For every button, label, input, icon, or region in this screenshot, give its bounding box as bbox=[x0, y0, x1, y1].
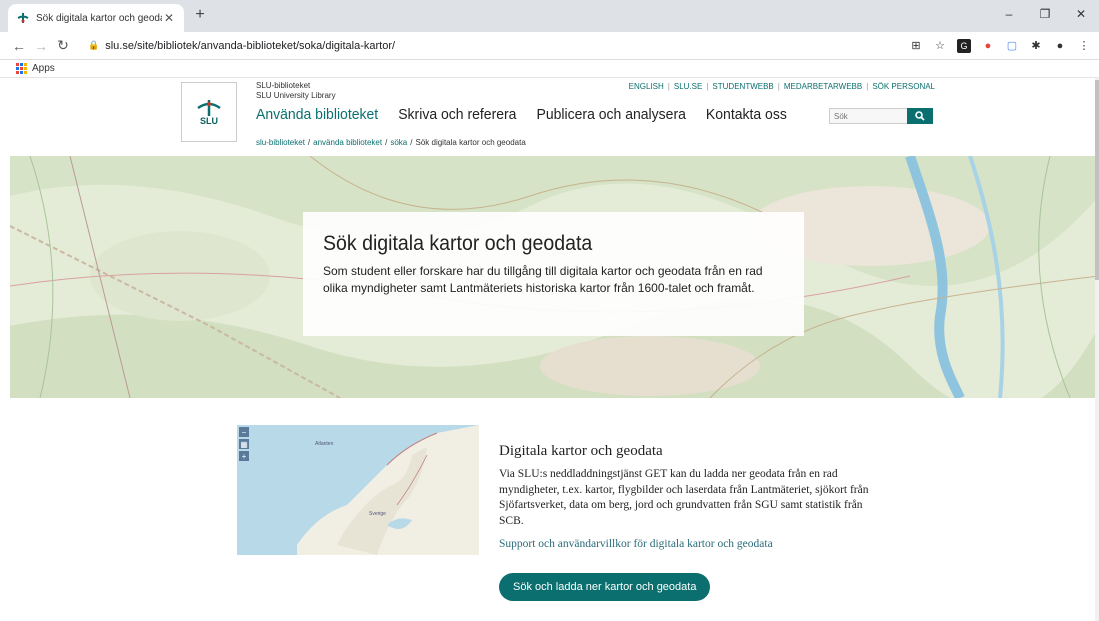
hero-banner: Sök digitala kartor och geodata Som stud… bbox=[10, 156, 1099, 398]
lock-icon: 🔒 bbox=[88, 40, 100, 50]
site-header: SLU SLU-biblioteket SLU University Libra… bbox=[181, 78, 941, 156]
feature-heading: Digitala kartor och geodata bbox=[499, 443, 663, 459]
extension-red-icon[interactable]: ● bbox=[981, 39, 995, 53]
search-icon bbox=[915, 111, 925, 121]
reload-icon[interactable]: ↻ bbox=[52, 37, 74, 54]
extension-g-icon[interactable]: G bbox=[957, 38, 971, 53]
org-name-english: SLU University Library bbox=[256, 91, 336, 100]
link-slu-se[interactable]: SLU.SE bbox=[674, 82, 702, 91]
url-text: slu.se/site/bibliotek/anvanda-biblioteke… bbox=[105, 39, 396, 52]
main-nav: Använda biblioteket Skriva och referera … bbox=[256, 106, 787, 123]
extension-doc-icon[interactable]: ▢ bbox=[1005, 39, 1019, 53]
page-title: Sök digitala kartor och geodata bbox=[323, 232, 593, 255]
scandinavia-map: Atlanten Sverige bbox=[237, 425, 479, 555]
close-window-icon[interactable]: ✕ bbox=[1063, 0, 1099, 28]
search-input[interactable] bbox=[829, 108, 907, 124]
menu-icon[interactable]: ⋮ bbox=[1077, 39, 1091, 53]
feature-text: Digitala kartor och geodata Via SLU:s ne… bbox=[499, 443, 879, 550]
minimize-icon[interactable]: – bbox=[991, 0, 1027, 28]
org-name: SLU-biblioteket bbox=[256, 81, 311, 90]
zoom-in-icon[interactable]: + bbox=[239, 451, 249, 461]
slu-logo[interactable]: SLU bbox=[181, 82, 237, 142]
link-sok-personal[interactable]: SÖK PERSONAL bbox=[872, 82, 935, 91]
search-button[interactable] bbox=[907, 108, 933, 124]
map-controls: − ▦ + bbox=[239, 427, 249, 461]
link-english[interactable]: ENGLISH bbox=[629, 82, 664, 91]
nav-publicera-och-analysera[interactable]: Publicera och analysera bbox=[536, 106, 685, 123]
nav-kontakta-oss[interactable]: Kontakta oss bbox=[706, 106, 787, 123]
nav-anvanda-biblioteket[interactable]: Använda biblioteket bbox=[256, 106, 378, 123]
bookmarks-bar: Apps bbox=[0, 60, 1099, 78]
hero-text-box: Sök digitala kartor och geodata Som stud… bbox=[303, 212, 804, 336]
map-label-atlanten: Atlanten bbox=[315, 441, 334, 447]
site-search bbox=[829, 108, 933, 124]
link-studentwebb[interactable]: STUDENTWEBB bbox=[712, 82, 773, 91]
apps-grid-icon bbox=[16, 63, 27, 74]
browser-tab[interactable]: Sök digitala kartor och geodata | ✕ bbox=[8, 4, 184, 32]
support-link[interactable]: Support och användarvillkor för digitala… bbox=[499, 538, 879, 550]
apps-bookmark[interactable]: Apps bbox=[32, 63, 55, 74]
zoom-out-icon[interactable]: − bbox=[239, 427, 249, 437]
crumb-current: Sök digitala kartor och geodata bbox=[415, 138, 526, 147]
crumb-anvanda-biblioteket[interactable]: använda biblioteket bbox=[313, 138, 382, 147]
map-label-sverige: Sverige bbox=[369, 511, 386, 517]
bookmark-star-icon[interactable]: ☆ bbox=[933, 39, 947, 53]
browser-tab-strip: Sök digitala kartor och geodata | ✕ + – … bbox=[0, 0, 1099, 32]
maximize-icon[interactable]: ❐ bbox=[1027, 0, 1063, 28]
download-maps-button[interactable]: Sök och ladda ner kartor och geodata bbox=[499, 573, 711, 601]
address-toolbar: ← → ↻ 🔒 slu.se/site/bibliotek/anvanda-bi… bbox=[0, 32, 1099, 60]
logo-text: SLU bbox=[200, 116, 218, 126]
translate-icon[interactable]: ⊞ bbox=[909, 39, 923, 53]
new-tab-icon[interactable]: + bbox=[190, 6, 210, 24]
address-bar[interactable]: 🔒 slu.se/site/bibliotek/anvanda-bibliote… bbox=[82, 35, 901, 57]
nav-skriva-och-referera[interactable]: Skriva och referera bbox=[398, 106, 516, 123]
profile-icon[interactable]: ● bbox=[1053, 39, 1067, 53]
breadcrumb: slu-biblioteket / använda biblioteket / sö… bbox=[256, 138, 526, 147]
slu-favicon-icon bbox=[16, 11, 30, 25]
tab-title: Sök digitala kartor och geodata | bbox=[36, 12, 162, 24]
tab-close-icon[interactable]: ✕ bbox=[162, 11, 176, 25]
page-content: SLU SLU-biblioteket SLU University Libra… bbox=[0, 78, 1099, 621]
map-layers-icon[interactable]: ▦ bbox=[239, 439, 249, 449]
top-links: ENGLISH | SLU.SE | STUDENTWEBB | MEDARBETAR… bbox=[628, 82, 935, 91]
crumb-soka[interactable]: söka bbox=[390, 138, 407, 147]
feature-body: Via SLU:s neddladdningstjänst GET kan du… bbox=[499, 468, 869, 527]
crumb-slu-biblioteket[interactable]: slu-biblioteket bbox=[256, 138, 305, 147]
back-icon[interactable]: ← bbox=[8, 38, 30, 54]
slu-leaf-icon bbox=[197, 100, 221, 116]
window-controls: – ❐ ✕ bbox=[991, 0, 1099, 28]
extensions-area: ⊞ ☆ G ● ▢ ✱ ● ⋮ bbox=[909, 38, 1091, 53]
hero-intro: Som student eller forskare har du tillgå… bbox=[323, 264, 763, 295]
page-scrollbar[interactable] bbox=[1095, 78, 1099, 621]
map-thumbnail[interactable]: Atlanten Sverige − ▦ + bbox=[237, 425, 479, 555]
forward-icon[interactable]: → bbox=[30, 38, 52, 54]
extensions-puzzle-icon[interactable]: ✱ bbox=[1029, 39, 1043, 53]
link-medarbetarwebb[interactable]: MEDARBETARWEBB bbox=[784, 82, 862, 91]
